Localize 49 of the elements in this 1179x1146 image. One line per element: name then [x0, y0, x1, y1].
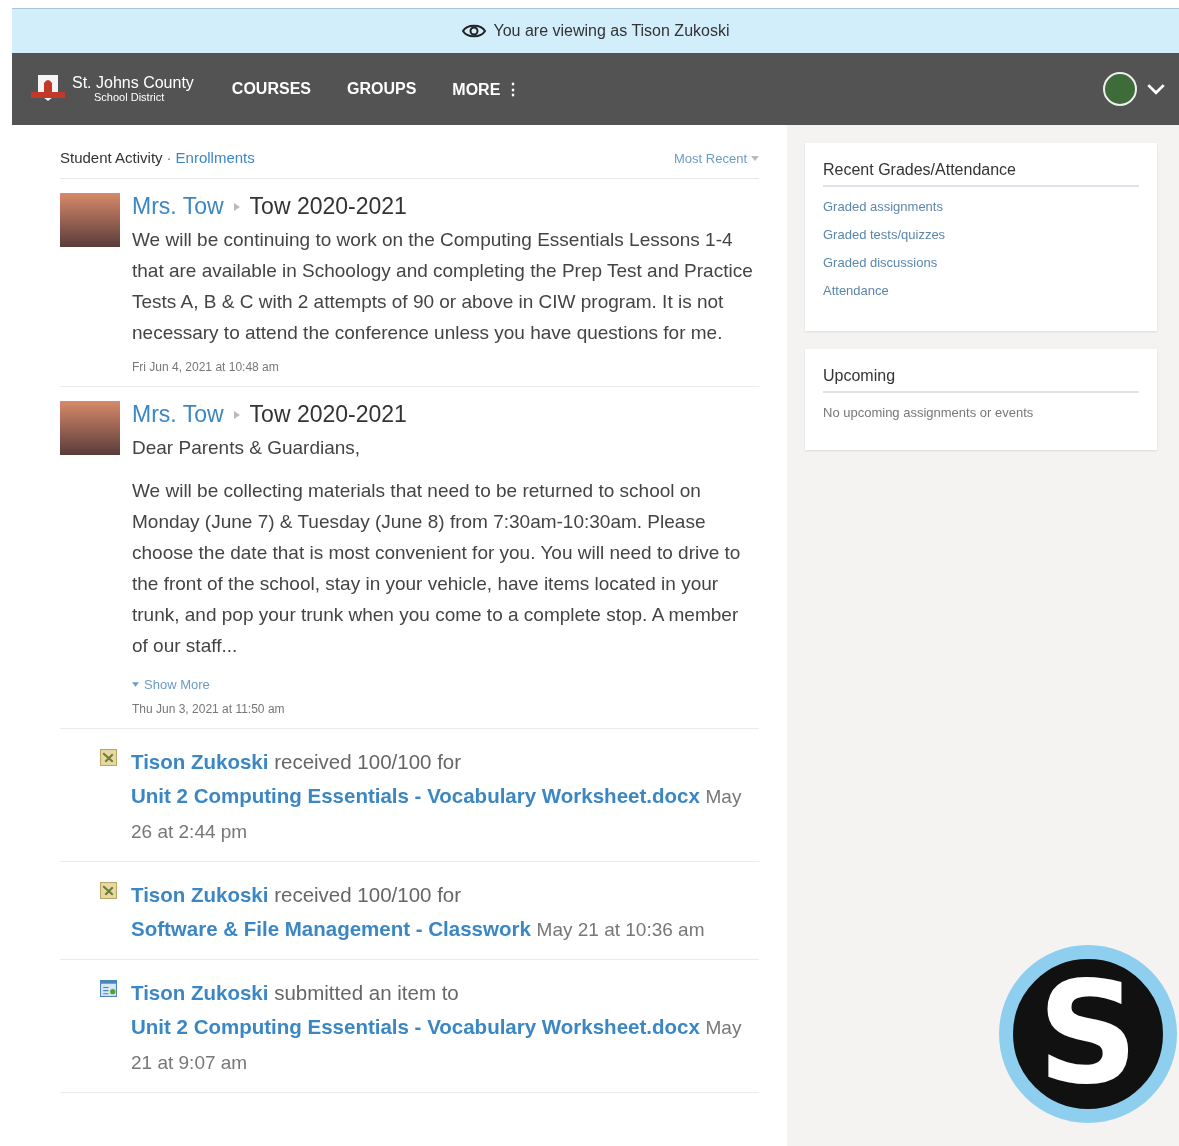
sidebar-link[interactable]: Graded tests/quizzes	[823, 227, 1139, 242]
nav-link[interactable]: GROUPS	[346, 80, 417, 98]
empty-message: No upcoming assignments or events	[823, 405, 1035, 420]
caret-icon	[132, 682, 139, 687]
author-link[interactable]: Mrs. Tow	[132, 193, 224, 220]
photo-placeholder	[60, 401, 120, 455]
show-more-link[interactable]: Show More	[132, 677, 210, 692]
caret-icon	[751, 156, 759, 161]
post-text: We will be continuing to work on the Computing Essentials Lessons 1-4 that are available in Schoology and completing the Prep Test and Practice Tests A, B & C with 2 attempts of 90 or above in CIW program. It is not necessary to attend the conference unless you have questions for me.	[132, 228, 754, 345]
activity-text: Tison Zukoski received 100/100 for Software & File Management - Classwork May 21 at 10:36 am	[131, 882, 706, 942]
card-title: Upcoming	[823, 367, 1139, 393]
chevron-down-icon[interactable]	[1147, 83, 1165, 95]
assignment-link[interactable]: Unit 2 Computing Essentials - Vocabulary Worksheet.docx	[131, 1015, 700, 1038]
enrollments-link[interactable]: Enrollments	[175, 149, 255, 166]
sidebar-link[interactable]: Attendance	[823, 283, 1139, 298]
banner-text: You are viewing as Tison Zukoski	[493, 22, 730, 40]
grade-icon	[100, 749, 117, 766]
schoology-logo: S	[999, 945, 1177, 1123]
more-menu[interactable]: MORE ⋮	[452, 79, 521, 99]
document-icon	[100, 980, 117, 997]
activity-text: Tison Zukoski submitted an item to Unit 2 Computing Essentials - Vocabulary Worksheet.docx May 21 at 9:07 am	[131, 980, 743, 1075]
post-text: Dear Parents & Guardians,	[132, 436, 362, 460]
triangle-right-icon	[233, 202, 240, 211]
course-link[interactable]: Tow 2020-2021	[249, 401, 407, 428]
section-title: Student Activity	[60, 149, 163, 166]
student-link[interactable]: Tison Zukoski	[131, 883, 269, 906]
nav-link[interactable]: COURSES	[231, 80, 311, 98]
sort-dropdown[interactable]: Most Recent	[674, 151, 759, 166]
profile-avatar[interactable]	[1103, 72, 1137, 106]
photo-placeholder	[60, 193, 120, 247]
post-timestamp: Fri Jun 4, 2021 at 10:48 am	[132, 360, 280, 374]
post-text: We will be collecting materials that need to be returned to school on Monday (June 7) & Tuesday (June 8) from 7:30am-10:30am. Please choose the date that is most convenient for you. You will need to drive to the front of the school, stay in your vehicle, have items located in your trunk, and pop your trunk when you come to a complete stop. A member of our staff...	[132, 479, 742, 658]
district-name[interactable]: St. Johns County	[72, 74, 194, 92]
separator-dot: ·	[166, 149, 172, 166]
student-link[interactable]: Tison Zukoski	[131, 981, 269, 1004]
author-link[interactable]: Mrs. Tow	[132, 401, 224, 428]
sidebar-link[interactable]: Graded discussions	[823, 255, 1139, 270]
assignment-link[interactable]: Unit 2 Computing Essentials - Vocabulary Worksheet.docx	[131, 784, 700, 807]
triangle-right-icon	[233, 410, 240, 419]
eye-icon	[461, 23, 486, 39]
district-subtitle: School District	[93, 91, 165, 104]
assignment-link[interactable]: Software & File Management - Classwork	[131, 917, 531, 940]
sidebar-link[interactable]: Graded assignments	[823, 199, 1139, 214]
student-link[interactable]: Tison Zukoski	[131, 750, 269, 773]
course-link[interactable]: Tow 2020-2021	[249, 193, 407, 220]
activity-text: Tison Zukoski received 100/100 for Unit 2 Computing Essentials - Vocabulary Worksheet.docx May 26 at 2:44 pm	[131, 749, 743, 844]
post-timestamp: Thu Jun 3, 2021 at 11:50 am	[132, 702, 286, 716]
card-title: Recent Grades/Attendance	[823, 161, 1139, 187]
grade-icon	[100, 882, 117, 899]
